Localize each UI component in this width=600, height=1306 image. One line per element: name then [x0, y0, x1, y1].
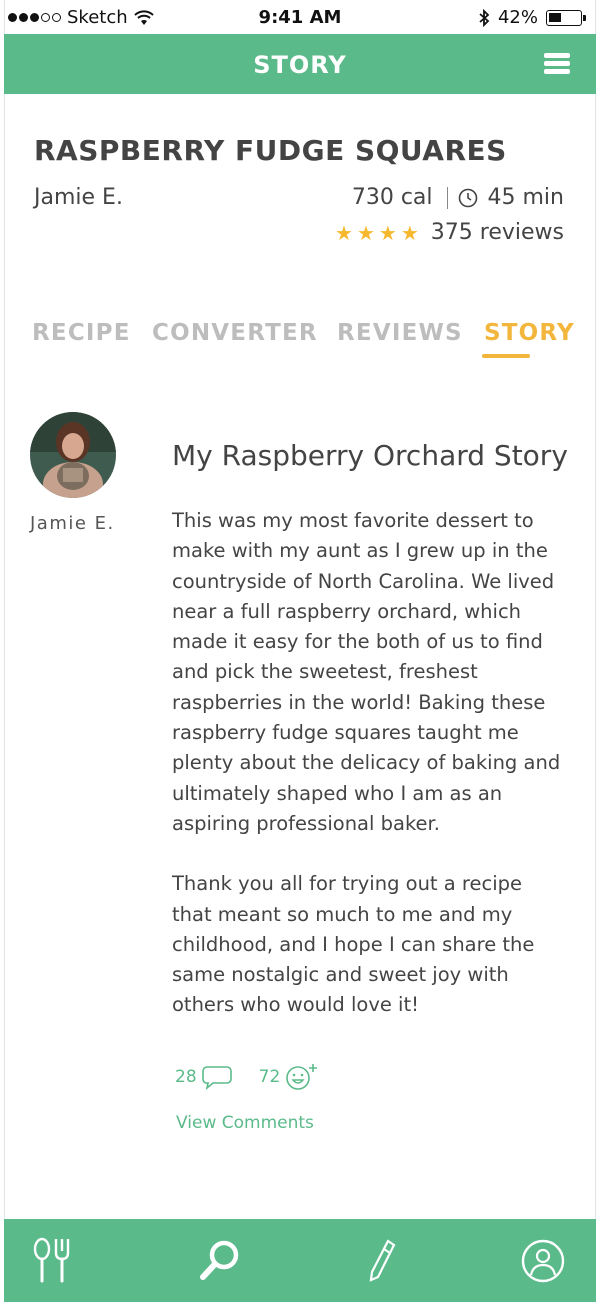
add-reaction-icon[interactable] [284, 1062, 320, 1092]
calories: 730 cal [351, 185, 433, 210]
avatar[interactable] [30, 412, 116, 498]
view-comments-link[interactable]: View Comments [176, 1113, 314, 1133]
review-count: 375 reviews [430, 220, 564, 245]
recipe-meta: 730 cal 45 min [352, 185, 564, 210]
status-bar: Sketch 9:41 AM 42% [4, 0, 596, 34]
comment-count: 28 [175, 1067, 197, 1087]
rating-row[interactable]: ★ ★ ★ ★ 375 reviews [335, 220, 564, 245]
clock-icon [458, 188, 477, 207]
rating-stars: ★ ★ ★ ★ [335, 221, 419, 245]
hamburger-menu-icon[interactable] [544, 53, 570, 75]
bluetooth-icon [479, 8, 490, 27]
story-paragraph: Thank you all for trying out a recipe th… [172, 872, 535, 1017]
cook-time: 45 min [487, 185, 564, 210]
star-icon: ★ [378, 220, 397, 245]
battery-fill [549, 12, 561, 22]
pencil-icon[interactable] [364, 1237, 400, 1285]
tab-story[interactable]: STORY [484, 320, 575, 346]
avatar-photo [30, 412, 116, 498]
star-icon: ★ [335, 220, 353, 245]
app-header: STORY [4, 34, 596, 94]
tab-converter[interactable]: CONVERTER [152, 320, 318, 346]
tab-recipe[interactable]: RECIPE [32, 320, 131, 346]
status-right: 42% [478, 7, 586, 28]
bottom-nav [4, 1219, 596, 1302]
profile-icon[interactable] [519, 1237, 567, 1285]
story-author-name[interactable]: Jamie E. [30, 513, 115, 534]
star-icon: ★ [356, 220, 375, 245]
search-icon[interactable] [196, 1237, 244, 1285]
story-body: This was my most favorite dessert to mak… [172, 506, 562, 1051]
recipe-author[interactable]: Jamie E. [34, 185, 123, 210]
header-title: STORY [253, 51, 347, 79]
battery-icon [546, 9, 586, 26]
recipe-tabs: RECIPE CONVERTER REVIEWS STORY [32, 320, 575, 360]
story-title: My Raspberry Orchard Story [172, 439, 568, 472]
reaction-count: 72 [258, 1067, 281, 1087]
recipe-title: RASPBERRY FUDGE SQUARES [34, 134, 507, 167]
battery-percent: 42% [497, 7, 538, 28]
engagement-row: 28 72 [175, 1062, 320, 1092]
star-icon: ★ [400, 220, 419, 245]
comment-bubble-icon[interactable] [201, 1064, 233, 1090]
active-tab-underline [482, 354, 530, 358]
utensils-icon[interactable] [28, 1237, 76, 1285]
tab-reviews[interactable]: REVIEWS [337, 320, 463, 346]
story-paragraph: This was my most favorite dessert to mak… [172, 509, 561, 835]
meta-divider [446, 186, 448, 209]
